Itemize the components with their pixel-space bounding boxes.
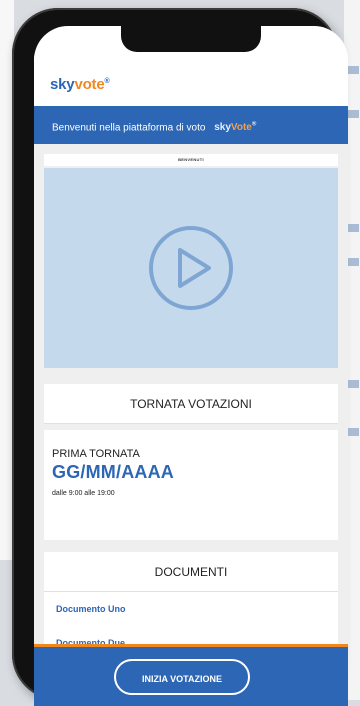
- brand-bar: skyvote®: [34, 54, 348, 106]
- phone-screen: skyvote® Benvenuti nella piattaforma di …: [34, 26, 348, 706]
- turn-section-card: PRIMA TORNATA GG/MM/AAAA dalle 9:00 alle…: [44, 430, 338, 540]
- phone-frame: skyvote® Benvenuti nella piattaforma di …: [12, 8, 348, 706]
- welcome-logo-sky: sky: [214, 122, 231, 134]
- video-player[interactable]: [44, 168, 338, 368]
- background-decoration: [347, 258, 359, 266]
- welcome-text: Benvenuti nella piattaforma di voto: [52, 122, 206, 134]
- background-decoration: [347, 110, 359, 118]
- documents-card: Documento Uno Documento Due: [44, 592, 338, 652]
- turn-section-heading: TORNATA VOTAZIONI: [44, 384, 338, 424]
- welcome-logo-registered-mark: ®: [251, 122, 257, 128]
- turn-date: GG/MM/AAAA: [52, 462, 174, 482]
- logo-vote-text: vote: [74, 76, 105, 93]
- start-voting-button[interactable]: INIZIA VOTAZIONE: [114, 659, 250, 695]
- background-decoration: [347, 380, 359, 388]
- main-content: BENVENUTI TORNATA VOTAZIONI PRIMA TORNAT…: [34, 144, 348, 652]
- background-decoration: [347, 66, 359, 74]
- logo-registered-mark: ®: [104, 78, 110, 85]
- logo-sky-text: sky: [50, 76, 75, 93]
- welcome-logo: skyVote®: [214, 122, 256, 133]
- play-icon[interactable]: [146, 223, 236, 313]
- phone-notch: [121, 26, 261, 52]
- footer-bar: INIZIA VOTAZIONE: [34, 644, 348, 706]
- video-caption: BENVENUTI: [44, 154, 338, 166]
- turn-time: dalle 9:00 alle 19:00: [52, 490, 115, 497]
- background-decoration: [347, 224, 359, 232]
- turn-label: PRIMA TORNATA: [52, 448, 140, 460]
- background-decoration: [347, 428, 359, 436]
- skyvote-logo: skyvote®: [50, 76, 110, 93]
- welcome-banner: Benvenuti nella piattaforma di voto skyV…: [34, 106, 348, 144]
- documents-heading: DOCUMENTI: [44, 552, 338, 592]
- document-link[interactable]: Documento Uno: [56, 604, 126, 614]
- welcome-logo-vote: Vote: [230, 122, 252, 134]
